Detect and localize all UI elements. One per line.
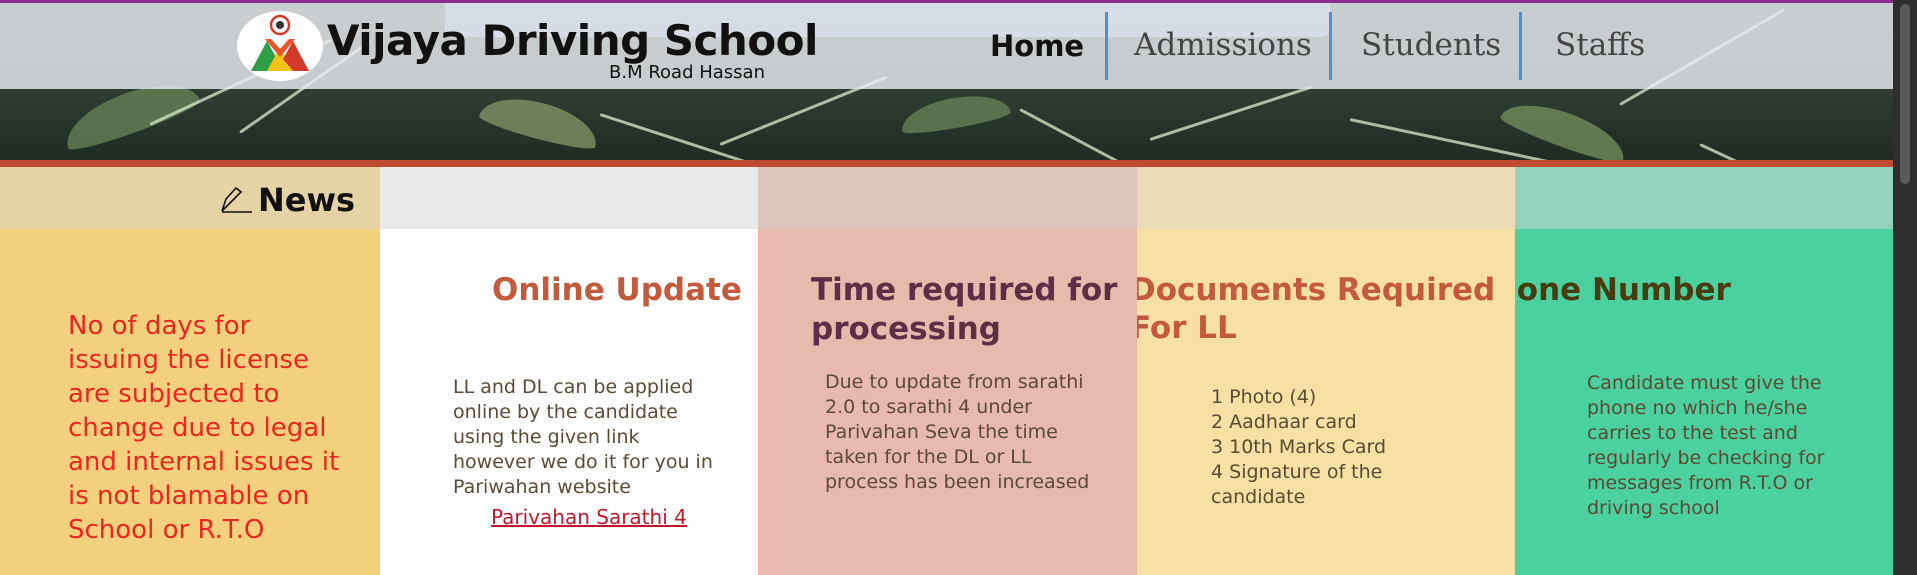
news-column: News No of days for issuing the license … (0, 167, 380, 575)
online-update-body: LL and DL can be applied online by the c… (453, 376, 713, 498)
time-required-card: Time required for processing Due to upda… (758, 167, 1137, 575)
nav-separator (1105, 12, 1108, 80)
vertical-scrollbar[interactable] (1893, 0, 1917, 575)
time-body: Due to update from sarathi 2.0 to sarath… (825, 371, 1090, 493)
list-item: 2 Aadhaar card (1211, 411, 1357, 433)
list-item: 3 10th Marks Card (1211, 436, 1387, 458)
scrollbar-thumb[interactable] (1900, 4, 1910, 184)
documents-card: Documents Required For LL 1 Photo (4) 2 … (1137, 167, 1515, 575)
nav-students[interactable]: Students (1361, 27, 1501, 63)
parivahan-link[interactable]: Parivahan Sarathi 4 (491, 505, 687, 529)
logo-icon[interactable] (237, 11, 323, 81)
documents-title-line2: For LL (1137, 310, 1237, 346)
pencil-icon (221, 186, 252, 213)
time-title-line2: processing (811, 311, 1001, 347)
news-label: News (258, 181, 356, 219)
site-title[interactable]: Vijaya Driving School (327, 16, 818, 65)
list-item: 1 Photo (4) (1211, 386, 1317, 408)
news-text: No of days for issuing the license are s… (68, 311, 340, 545)
page: Vijaya Driving School B.M Road Hassan Ho… (0, 0, 1893, 575)
documents-list: 1 Photo (4) 2 Aadhaar card 3 10th Marks … (1211, 385, 1441, 510)
nav-home[interactable]: Home (990, 29, 1084, 63)
nav-separator (1329, 12, 1332, 80)
accent-divider (0, 160, 1893, 167)
list-item: 4 Signature of the candidate (1211, 461, 1383, 508)
time-title-line1: Time required for (811, 272, 1118, 308)
phone-body: Candidate must give the phone no which h… (1587, 372, 1825, 519)
site-subtitle: B.M Road Hassan (609, 62, 765, 83)
nav-separator (1519, 12, 1522, 80)
nav-staffs[interactable]: Staffs (1555, 27, 1645, 63)
phone-number-card: Phone Number Candidate must give the pho… (1515, 167, 1893, 575)
online-update-title: Online Update (492, 272, 742, 308)
documents-title-line1: Documents Required (1137, 272, 1496, 308)
nav-admissions[interactable]: Admissions (1134, 27, 1312, 63)
navbar: Vijaya Driving School B.M Road Hassan Ho… (0, 3, 1893, 89)
phone-title: Phone Number (1515, 272, 1731, 308)
